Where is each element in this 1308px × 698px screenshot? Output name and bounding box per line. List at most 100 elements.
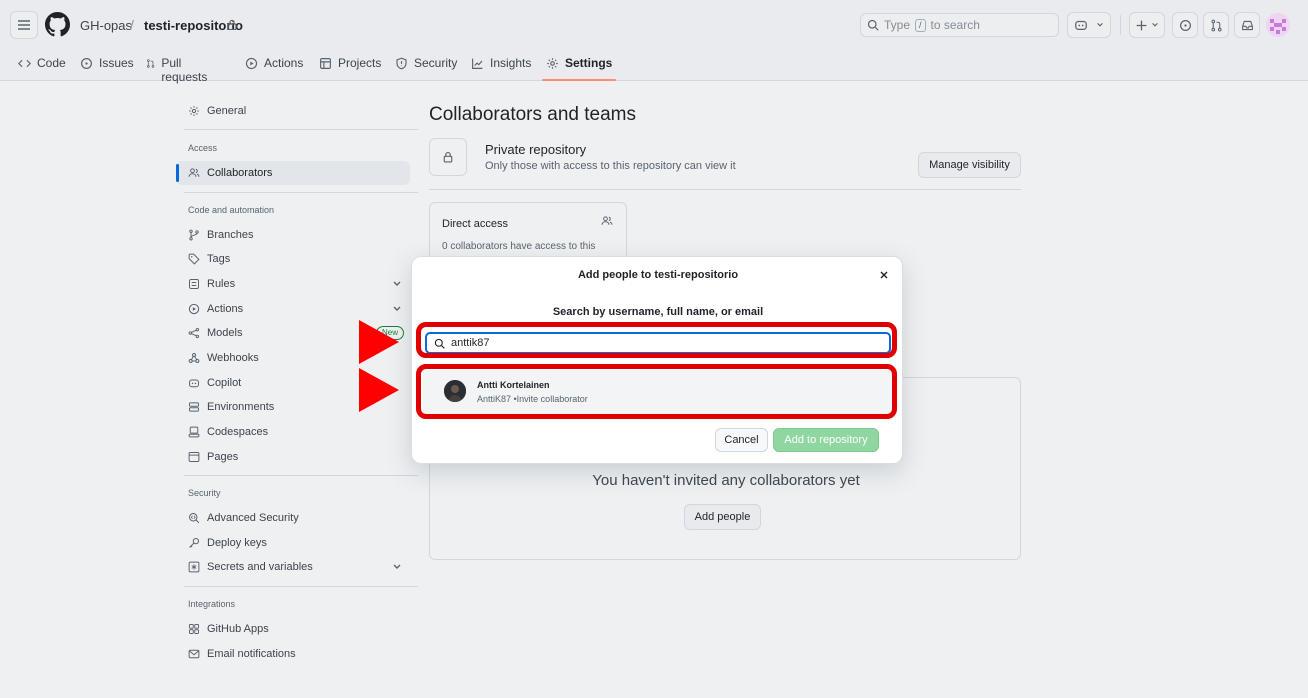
key-icon [189,538,199,548]
pull-requests-button[interactable] [1203,12,1229,38]
copilot-button[interactable] [1067,12,1111,38]
app-header: GH-opas / testi-repositorio Type / to se… [0,0,1308,84]
sidebar-item-secrets-variables[interactable]: Secrets and variables [176,555,410,579]
tab-label: Actions [264,56,304,70]
sidebar-item-tags[interactable]: Tags [176,247,410,271]
dialog-title: Add people to testi-repositorio [577,269,739,281]
browser-icon [188,452,200,462]
add-people-button[interactable]: Add people [684,504,761,530]
play-icon [188,303,200,315]
sidebar-heading-access: Access [188,143,218,153]
direct-access-card: Direct access 0 collaborators have acces… [429,202,627,262]
sidebar-divider [184,586,418,587]
gear-icon [547,58,558,69]
owner-link[interactable]: GH-opas [80,18,132,33]
sidebar-item-label: Advanced Security [207,512,299,524]
tab-settings[interactable]: Settings [541,50,617,81]
manage-visibility-button[interactable]: Manage visibility [918,152,1021,178]
sidebar-item-label: Codespaces [207,426,269,438]
cancel-button[interactable]: Cancel [715,428,768,452]
sidebar-item-label: Pages [207,451,239,463]
tab-security[interactable]: Security [395,50,457,81]
tab-issues[interactable]: Issues [80,50,134,81]
sidebar-item-codespaces[interactable]: Codespaces [176,420,410,444]
close-icon[interactable] [878,269,890,281]
top-bar: GH-opas / testi-repositorio Type / to se… [0,0,1308,50]
sidebar-divider [184,129,418,130]
asterisk-icon [188,561,200,573]
tab-label: Issues [99,56,134,70]
tab-label: Security [414,56,458,70]
shield-icon [396,57,407,70]
code-icon [18,59,31,68]
issues-button[interactable] [1172,12,1198,38]
search-label: Search by username, full name, or email [552,306,764,318]
sidebar-item-collaborators[interactable]: Collaborators [176,161,410,185]
sidebar-item-branches[interactable]: Branches [176,223,410,247]
apps-icon [189,624,199,634]
sidebar-item-github-apps[interactable]: GitHub Apps [176,617,410,641]
pointer-arrow-annotation [359,320,399,364]
sidebar-item-actions[interactable]: Actions [176,297,410,321]
codespaces-icon [188,426,200,438]
tag-icon [188,253,200,265]
sidebar-item-label: Email notifications [207,648,296,660]
chevron-down-icon [1097,23,1103,27]
sidebar-item-label: Branches [207,229,254,241]
sidebar-heading-security: Security [188,488,221,498]
create-new-button[interactable] [1129,12,1165,38]
sidebar-item-advanced-security[interactable]: Advanced Security [176,506,410,530]
tab-pull-requests[interactable]: Pull requests [146,50,211,84]
mail-icon [188,649,200,659]
sidebar-item-label: Copilot [207,377,242,389]
tab-code[interactable]: Code [18,50,66,81]
pull-request-icon [147,59,155,68]
people-icon [601,216,613,225]
issue-icon [81,58,92,69]
server-icon [189,402,199,412]
header-divider [1120,15,1121,35]
inbox-button[interactable] [1234,12,1260,38]
tab-insights[interactable]: Insights [471,50,531,81]
tab-label: Code [37,56,66,70]
github-logo-icon[interactable] [45,12,70,37]
lock-badge [429,138,467,176]
sidebar-item-label: GitHub Apps [207,623,269,635]
identicon-icon [1266,13,1290,37]
menu-icon [18,20,30,30]
page-title: Collaborators and teams [429,104,636,125]
suggestion-highlight-annotation [416,364,897,419]
sidebar-item-pages[interactable]: Pages [176,445,410,469]
search-suffix: to search [930,18,980,32]
plus-icon [1136,20,1147,30]
sidebar-item-deploy-keys[interactable]: Deploy keys [176,531,410,555]
private-repo-description: Only those with access to this repositor… [485,160,736,172]
tab-label: Insights [490,56,532,70]
sidebar-item-label: Rules [207,278,236,290]
tab-projects[interactable]: Projects [319,50,381,81]
sidebar-item-general[interactable]: General [176,99,410,123]
sidebar-item-label: Tags [207,253,231,265]
sidebar-item-email-notifications[interactable]: Email notifications [176,642,410,666]
graph-icon [472,58,483,69]
sidebar-item-rules[interactable]: Rules [176,272,410,296]
visibility-panel: Private repository Only those with acces… [429,138,1021,190]
tab-actions[interactable]: Actions [245,50,303,81]
sidebar-item-label: Models [207,327,243,339]
search-highlight-annotation [416,322,897,358]
search-shortcut-key: / [915,18,926,32]
issue-icon [1179,19,1191,31]
lock-icon [227,19,237,30]
hamburger-menu-button[interactable] [10,11,38,39]
rules-icon [189,279,199,289]
user-avatar[interactable] [1266,13,1290,37]
sidebar-heading-code-automation: Code and automation [188,205,275,215]
sidebar-item-label: Actions [207,303,244,315]
breadcrumb-separator: / [130,17,134,33]
global-search-input[interactable]: Type / to search [860,13,1059,37]
search-icon [867,19,879,31]
pull-request-icon [1210,19,1222,31]
add-to-repository-button[interactable]: Add to repository [773,428,879,452]
add-people-dialog: Add people to testi-repositorio Search b… [411,256,903,464]
empty-state-text: You haven't invited any collaborators ye… [592,472,860,489]
